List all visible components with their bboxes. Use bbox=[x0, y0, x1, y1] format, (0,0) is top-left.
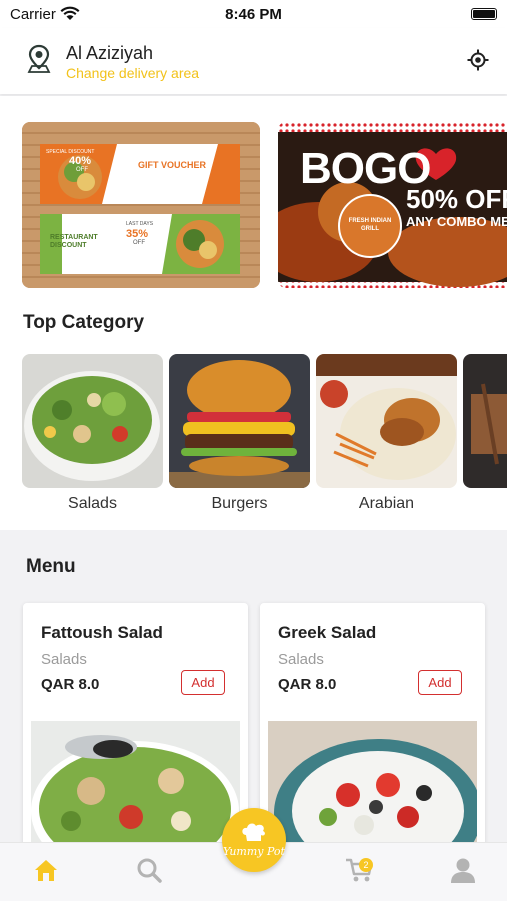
category-partial-image bbox=[463, 354, 507, 488]
bogo-offer-banner[interactable]: BOGO 50% OFF ANY COMBO MEAL FRESH INDIAN… bbox=[278, 122, 507, 288]
bogo-offer: 50% OFF bbox=[406, 184, 507, 214]
change-delivery-area-link[interactable]: Change delivery area bbox=[66, 65, 199, 81]
menu-item-category: Salads bbox=[278, 651, 324, 668]
category-tile-partial[interactable] bbox=[463, 354, 507, 488]
home-top-section: SPECIAL DISCOUNT 40% OFF GIFT VOUCHER RE… bbox=[0, 96, 507, 530]
search-icon[interactable] bbox=[136, 857, 162, 883]
menu-item-price: QAR 8.0 bbox=[41, 676, 100, 693]
delivery-area-name: Al Aziziyah bbox=[66, 43, 154, 63]
category-tile-salads[interactable] bbox=[22, 354, 163, 488]
category-label-burgers: Burgers bbox=[211, 495, 268, 512]
chef-hat-icon bbox=[242, 823, 265, 841]
status-bar: Carrier 8:46 PM bbox=[0, 0, 507, 28]
battery-icon bbox=[471, 8, 497, 20]
voucher-last-days: LAST DAYS bbox=[126, 221, 154, 227]
menu-item-name: Fattoush Salad bbox=[41, 623, 163, 642]
voucher-percent-1: 40% bbox=[69, 155, 92, 167]
voucher-artwork bbox=[22, 122, 260, 288]
category-tile-arabian[interactable] bbox=[316, 354, 457, 488]
gift-voucher-banner[interactable]: SPECIAL DISCOUNT 40% OFF GIFT VOUCHER RE… bbox=[22, 122, 260, 288]
category-label-salads: Salads bbox=[68, 495, 117, 512]
menu-title: Menu bbox=[26, 556, 76, 577]
category-label-arabian: Arabian bbox=[358, 495, 415, 512]
home-icon[interactable] bbox=[33, 857, 59, 883]
burgers-image bbox=[169, 354, 310, 488]
profile-icon[interactable] bbox=[450, 857, 476, 883]
add-to-cart-button[interactable]: Add bbox=[418, 670, 462, 695]
map-pin-icon[interactable] bbox=[26, 44, 52, 74]
arabian-image bbox=[316, 354, 457, 488]
bogo-seal-text: FRESH INDIAN GRILL bbox=[348, 218, 392, 232]
brand-logo-button[interactable]: Yummy Pot bbox=[222, 808, 286, 872]
add-to-cart-button[interactable]: Add bbox=[181, 670, 225, 695]
menu-item-card[interactable]: Greek Salad Salads QAR 8.0 Add bbox=[260, 603, 485, 863]
salads-image bbox=[22, 354, 163, 488]
brand-logo-text: Yummy Pot bbox=[223, 844, 285, 858]
voucher-off-1: OFF bbox=[76, 167, 88, 173]
clock: 8:46 PM bbox=[225, 6, 282, 23]
category-tile-burgers[interactable] bbox=[169, 354, 310, 488]
bogo-combo: ANY COMBO MEAL bbox=[406, 214, 507, 229]
voucher-restaurant-discount: RESTAURANT DISCOUNT bbox=[50, 234, 98, 249]
voucher-gift-title: GIFT VOUCHER bbox=[138, 160, 207, 170]
delivery-header: Al Aziziyah Change delivery area bbox=[0, 28, 507, 94]
top-category-title: Top Category bbox=[23, 312, 145, 333]
menu-item-name: Greek Salad bbox=[278, 623, 377, 642]
voucher-percent-2: 35% bbox=[126, 228, 149, 240]
menu-item-price: QAR 8.0 bbox=[278, 676, 337, 693]
cart-count-badge: 2 bbox=[359, 858, 373, 872]
locate-me-icon[interactable] bbox=[467, 49, 489, 71]
menu-item-card[interactable]: Fattoush Salad Salads QAR 8.0 Add bbox=[23, 603, 248, 863]
voucher-off-2: OFF bbox=[133, 240, 145, 246]
menu-item-category: Salads bbox=[41, 651, 87, 668]
